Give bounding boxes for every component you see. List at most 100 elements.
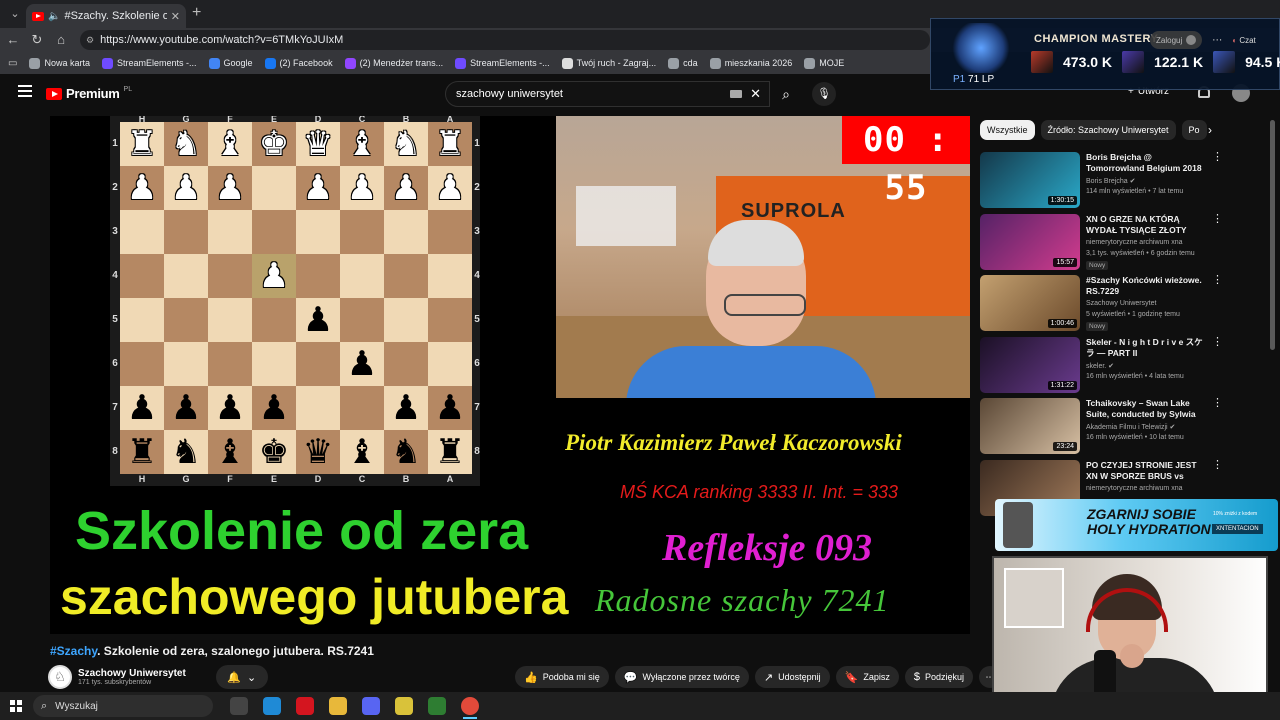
recommended-video[interactable]: 1:31:22 Skeler - N i g h t D r i v e スケラ …: [980, 336, 1270, 393]
subscription-bell-button[interactable]: 🔔 ⌄: [215, 665, 268, 689]
site-info-icon[interactable]: ⚙: [86, 35, 94, 46]
file-explorer-icon[interactable]: [329, 697, 347, 715]
bookmark-item[interactable]: MOJE: [804, 57, 844, 69]
voice-search-icon[interactable]: 🎙: [812, 82, 836, 106]
video-thumbnail[interactable]: 1:31:22: [980, 336, 1080, 393]
recommended-channel[interactable]: niemerytoryczne archiwum xna: [1086, 239, 1182, 246]
sidebar-scrollbar[interactable]: [1270, 120, 1275, 350]
board-square: [428, 298, 472, 342]
chat-button[interactable]: ◐ Czat: [1232, 36, 1256, 45]
app-yellow-icon[interactable]: [395, 697, 413, 715]
more-options-icon[interactable]: ⋯: [1212, 35, 1222, 46]
recommended-title[interactable]: Boris Brejcha @ Tomorrowland Belgium 201…: [1086, 152, 1204, 174]
youtube-logo[interactable]: Premium PL: [46, 86, 132, 101]
bookmark-item[interactable]: Nowa karta: [29, 57, 90, 69]
video-player[interactable]: ♜ ♞ ♝ ♚ ♛ ♝ ♞ ♜ ♟ ♟ ♟ ♟ ♟ ♟ ♟ ♟ ♟ ♟ ♟ ♟ ♟ ♟ ♟ ♟ ♜ ♞ ♝ ♚ ♛ ♝ ♞ ♜ HHGGFFE…: [50, 116, 970, 634]
edge-icon[interactable]: [263, 697, 281, 715]
video-thumbnail[interactable]: 1:00:46: [980, 275, 1080, 331]
recommended-title[interactable]: Tchaikovsky – Swan Lake Suite, conducted…: [1086, 398, 1204, 422]
bookmark-item[interactable]: Twój ruch - Zagraj...: [561, 57, 656, 69]
reload-icon[interactable]: ↻: [28, 31, 46, 49]
bookmark-item[interactable]: StreamElements -...: [455, 57, 550, 69]
task-view-icon[interactable]: [230, 697, 248, 715]
more-vert-icon[interactable]: ⋮: [1212, 275, 1223, 286]
new-tab-button[interactable]: +: [192, 4, 201, 22]
recommended-title[interactable]: PO CZYJEJ STRONIE JEST XN W SPORZE BRUS …: [1086, 460, 1204, 484]
board-square: [340, 210, 384, 254]
more-vert-icon[interactable]: ⋮: [1212, 398, 1223, 409]
more-vert-icon[interactable]: ⋮: [1212, 213, 1223, 225]
video-thumbnail[interactable]: 15:57: [980, 213, 1080, 270]
video-thumbnail[interactable]: 23:24: [980, 398, 1080, 454]
chrome-icon[interactable]: [461, 697, 479, 715]
action-udostępnij-button[interactable]: ↗ Udostępnij: [754, 666, 830, 688]
hamburger-menu-icon[interactable]: [18, 85, 32, 97]
more-vert-icon[interactable]: ⋮: [1212, 152, 1223, 163]
tab-search-icon[interactable]: ⌄: [6, 5, 24, 23]
search-input[interactable]: szachowy uniwersytet ✕: [445, 81, 770, 107]
bookmark-item[interactable]: StreamElements -...: [101, 57, 197, 69]
bookmark-item[interactable]: cda: [668, 57, 698, 69]
keyboard-icon[interactable]: [730, 90, 743, 98]
clear-search-icon[interactable]: ✕: [750, 86, 761, 102]
filter-chip[interactable]: Wszystkie: [980, 120, 1035, 140]
windows-start-icon[interactable]: [10, 700, 22, 712]
action-zapisz-button[interactable]: 🔖 Zapisz: [835, 666, 899, 688]
channel-avatar[interactable]: ♘: [48, 665, 72, 689]
recommended-video[interactable]: 1:00:46 #Szachy Końcówki wieżowe. RS.7229…: [980, 275, 1270, 331]
bookmark-item[interactable]: Google: [208, 57, 253, 69]
recommended-channel[interactable]: Szachowy Uniwersytet: [1086, 300, 1156, 307]
rank-label-right: 3: [474, 226, 480, 237]
opera-icon[interactable]: [296, 697, 314, 715]
bookmark-item[interactable]: mieszkania 2026: [709, 57, 792, 69]
recommended-title[interactable]: Skeler - N i g h t D r i v e スケラ — PART …: [1086, 337, 1204, 359]
recommended-video[interactable]: 1:30:15 Boris Brejcha @ Tomorrowland Belg…: [980, 152, 1270, 208]
recommended-title[interactable]: XN O GRZE NA KTÓRĄ WYDAŁ TYSIĄCE ZŁOTY: [1086, 214, 1204, 236]
browser-tab[interactable]: 🔈 #Szachy. Szkolenie od zera, sz ✕: [26, 4, 186, 28]
recommended-video[interactable]: 23:24 Tchaikovsky – Swan Lake Suite, cond…: [980, 398, 1270, 454]
close-tab-icon[interactable]: ✕: [171, 10, 180, 23]
more-vert-icon[interactable]: ⋮: [1212, 336, 1223, 348]
board-square: [428, 342, 472, 386]
speaker-icon[interactable]: 🔈: [48, 11, 60, 22]
board-square: ♟: [340, 166, 384, 210]
sign-in-button[interactable]: Zaloguj: [1150, 31, 1203, 49]
taskbar-search[interactable]: ⌕ Wyszukaj: [33, 695, 213, 717]
bookmark-label: cda: [683, 58, 698, 68]
sidebar-toggle-icon[interactable]: ▭: [8, 58, 17, 69]
webcam-shelf: [1004, 568, 1064, 628]
recommended-title[interactable]: #Szachy Końcówki wieżowe. RS.7229: [1086, 275, 1204, 297]
chevron-right-icon[interactable]: ›: [1200, 120, 1220, 140]
more-vert-icon[interactable]: ⋮: [1212, 459, 1223, 471]
app-green-icon[interactable]: [428, 697, 446, 715]
search-button[interactable]: ⌕: [770, 81, 802, 107]
action-podziękuj-button[interactable]: $ Podziękuj: [904, 666, 974, 688]
board-square: [208, 210, 252, 254]
bookmark-item[interactable]: (2) Menedżer trans...: [344, 57, 443, 69]
bookmark-label: Nowa karta: [44, 58, 90, 68]
radosne-text: Radosne szachy 7241: [595, 582, 890, 618]
duration-badge: 23:24: [1053, 442, 1077, 451]
bookmark-item[interactable]: (2) Facebook: [264, 57, 333, 69]
channel-name[interactable]: Szachowy Uniwersytet: [78, 668, 186, 679]
video-thumbnail[interactable]: 1:30:15: [980, 152, 1080, 208]
recommended-channel[interactable]: skeler. ✔: [1086, 362, 1114, 370]
back-icon[interactable]: ←: [4, 31, 22, 49]
home-icon[interactable]: ⌂: [52, 31, 70, 49]
board-square: ♟: [296, 166, 340, 210]
action-podoba-mi-się-button[interactable]: 👍 Podoba mi się: [515, 666, 609, 688]
chess-piece: ♜: [434, 124, 466, 164]
board-square: [340, 298, 384, 342]
premium-label: Premium: [66, 86, 120, 101]
hashtag-link[interactable]: #Szachy: [50, 644, 97, 658]
action-wyłączone-przez-twórcę-button[interactable]: 💬 Wyłączone przez twórcę: [614, 666, 749, 688]
board-square: ♟: [384, 386, 428, 430]
recommended-channel[interactable]: Akademia Filmu i Telewizji ✔: [1086, 423, 1175, 431]
chess-piece: ♟: [302, 168, 334, 208]
discord-icon[interactable]: [362, 697, 380, 715]
address-bar[interactable]: ⚙ https://www.youtube.com/watch?v=6TMkYo…: [80, 30, 930, 50]
filter-chip[interactable]: Źródło: Szachowy Uniwersytet: [1040, 120, 1176, 140]
recommended-channel[interactable]: Boris Brejcha ✔: [1086, 177, 1135, 185]
recommended-channel[interactable]: niemerytoryczne archiwum xna: [1086, 485, 1182, 492]
recommended-video[interactable]: 15:57 XN O GRZE NA KTÓRĄ WYDAŁ TYSIĄCE ZŁ…: [980, 213, 1270, 270]
